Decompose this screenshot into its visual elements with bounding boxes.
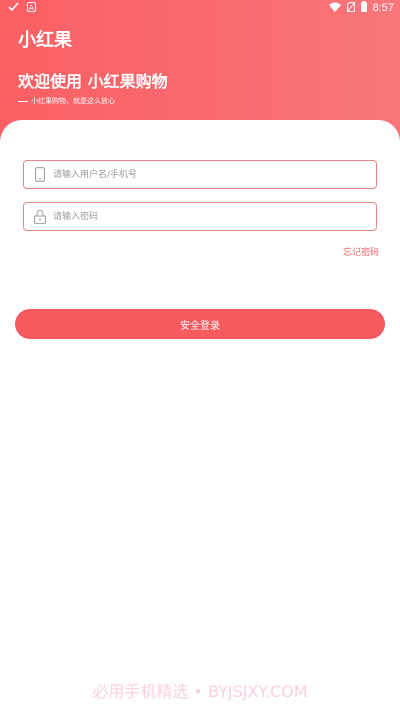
password-input[interactable]	[53, 206, 353, 227]
wifi-icon	[328, 2, 341, 15]
app-notification-icon: A	[27, 2, 36, 15]
slogan-text: 小红果购物，就是这么放心	[31, 97, 115, 105]
battery-icon	[360, 1, 367, 15]
status-time: 8:57	[372, 2, 394, 14]
lock-icon	[33, 209, 47, 225]
username-field[interactable]	[23, 160, 377, 189]
secure-login-button[interactable]: 安全登录	[15, 309, 385, 339]
svg-text:A: A	[29, 4, 34, 12]
password-field[interactable]	[23, 202, 377, 231]
phone-icon	[33, 167, 47, 183]
slogan-dash	[18, 100, 28, 102]
app-title: 小红果	[18, 30, 72, 51]
slogan: 小红果购物，就是这么放心	[18, 96, 115, 106]
watermark: 必用手机精选 • BYJSJXY.COM	[92, 682, 308, 701]
forgot-password-link[interactable]: 忘记密码	[343, 245, 379, 258]
status-bar: A 8:57	[0, 0, 400, 16]
username-input[interactable]	[53, 164, 353, 185]
welcome-heading: 欢迎使用 小红果购物	[18, 72, 168, 91]
check-icon	[8, 2, 19, 15]
no-sim-icon	[346, 1, 355, 15]
